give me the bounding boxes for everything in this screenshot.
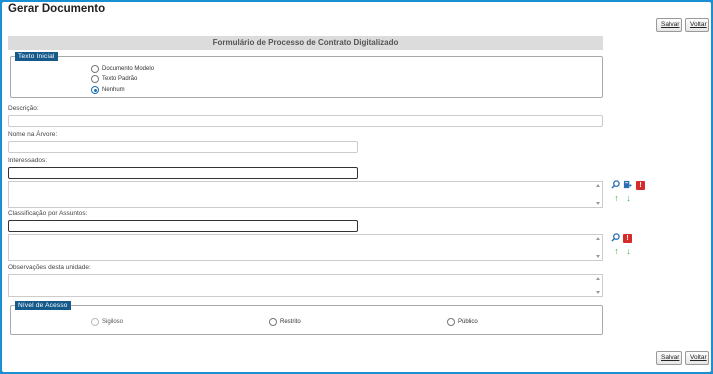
texto-inicial-fieldset: Texto Inicial Documento Modelo Texto Pad…: [10, 52, 603, 98]
back-button-label: Voltar: [690, 21, 707, 28]
scroll-down-icon[interactable]: [596, 291, 600, 294]
interessados-list[interactable]: [8, 181, 603, 208]
observacoes-label: Observações desta unidade:: [8, 264, 91, 271]
radio-label: Texto Padrão: [102, 76, 138, 82]
radio-label: Documento Modelo: [102, 66, 155, 72]
arrow-down-icon[interactable]: ↓: [624, 194, 633, 203]
texto-inicial-legend: Texto Inicial: [15, 52, 58, 61]
remove-icon[interactable]: !: [623, 234, 632, 243]
interessados-input[interactable]: [8, 167, 358, 179]
form-header: Formulário de Processo de Contrato Digit…: [8, 36, 603, 50]
search-icon[interactable]: [611, 180, 620, 189]
radio-label: Restrito: [280, 319, 301, 325]
classificacao-input[interactable]: [8, 220, 358, 232]
save-button-label: Salvar: [661, 21, 680, 28]
nome-arvore-input[interactable]: [8, 141, 358, 153]
radio-label: Público: [458, 319, 478, 325]
radio-label: Nenhum: [102, 87, 125, 93]
back-button-label: Voltar: [690, 354, 707, 361]
nivel-acesso-fieldset: Nível de Acesso Sigiloso Restrito Públic…: [10, 301, 603, 335]
arrow-up-icon[interactable]: ↑: [612, 247, 621, 256]
scroll-up-icon[interactable]: [596, 277, 600, 280]
scrollbar[interactable]: [595, 275, 601, 296]
interessados-label: Interessados:: [8, 157, 48, 164]
classificacao-list[interactable]: [8, 234, 603, 261]
radio-circle[interactable]: [91, 318, 99, 326]
new-contact-icon[interactable]: [623, 180, 632, 189]
nome-arvore-label: Nome na Árvore:: [8, 131, 58, 138]
radio-circle[interactable]: [91, 86, 99, 94]
descricao-input[interactable]: [8, 115, 603, 127]
radio-sigiloso[interactable]: Sigiloso: [91, 318, 123, 326]
arrow-up-icon[interactable]: ↑: [612, 194, 621, 203]
radio-documento-modelo[interactable]: Documento Modelo: [91, 65, 154, 73]
radio-circle[interactable]: [447, 318, 455, 326]
save-button-label: Salvar: [661, 354, 680, 361]
radio-texto-padrao[interactable]: Texto Padrão: [91, 75, 137, 83]
scroll-up-icon[interactable]: [596, 184, 600, 187]
search-icon[interactable]: [611, 233, 620, 242]
page-title: Gerar Documento: [8, 3, 106, 15]
arrow-down-icon[interactable]: ↓: [624, 247, 633, 256]
radio-circle[interactable]: [269, 318, 277, 326]
save-button-top[interactable]: Salvar: [656, 18, 682, 32]
classificacao-label: Classificação por Assuntos:: [8, 210, 88, 217]
scrollbar[interactable]: [595, 182, 601, 207]
save-button-bottom[interactable]: Salvar: [656, 351, 682, 365]
scroll-down-icon[interactable]: [596, 202, 600, 205]
radio-circle[interactable]: [91, 75, 99, 83]
back-button-bottom[interactable]: Voltar: [685, 351, 709, 365]
scroll-up-icon[interactable]: [596, 237, 600, 240]
radio-nenhum[interactable]: Nenhum: [91, 86, 125, 94]
nivel-acesso-legend: Nível de Acesso: [15, 301, 71, 310]
radio-publico[interactable]: Público: [447, 318, 478, 326]
descricao-label: Descrição:: [8, 105, 39, 112]
radio-restrito[interactable]: Restrito: [269, 318, 301, 326]
window-frame: Gerar Documento Salvar Voltar Formulário…: [2, 2, 711, 372]
radio-circle[interactable]: [91, 65, 99, 73]
remove-icon[interactable]: !: [636, 181, 645, 190]
radio-label: Sigiloso: [102, 319, 124, 325]
back-button-top[interactable]: Voltar: [685, 18, 709, 32]
scrollbar[interactable]: [595, 235, 601, 260]
observacoes-textarea[interactable]: [8, 274, 603, 297]
scroll-down-icon[interactable]: [596, 255, 600, 258]
